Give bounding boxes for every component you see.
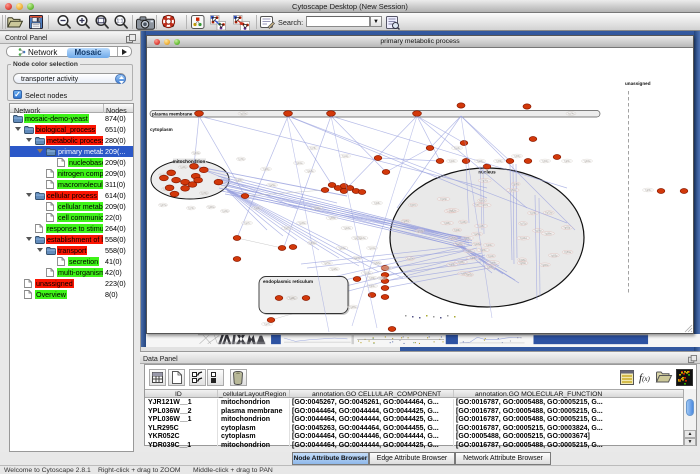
svg-text:Yg70p: Yg70p (238, 158, 246, 161)
svg-text:Yg54w: Yg54w (449, 237, 457, 240)
svg-text:Yg84w: Yg84w (583, 160, 591, 163)
svg-text:Yg85w: Yg85w (349, 306, 357, 309)
svg-text:Yg70p: Yg70p (201, 192, 209, 195)
svg-text:Yg41w: Yg41w (368, 247, 376, 250)
svg-text:Yg29w: Yg29w (268, 184, 276, 187)
svg-text:Yg27c: Yg27c (244, 222, 252, 225)
svg-text:Yg84c: Yg84c (564, 160, 572, 163)
svg-text:Yg25w: Yg25w (455, 243, 463, 246)
svg-text:Yg29p: Yg29p (535, 230, 543, 233)
svg-text:Yg83c: Yg83c (480, 249, 488, 252)
svg-text:unassigned: unassigned (625, 81, 651, 86)
svg-text:Yg14c: Yg14c (488, 255, 496, 258)
svg-text:Yg15p: Yg15p (460, 221, 468, 224)
svg-text:Yg14w: Yg14w (520, 237, 528, 240)
svg-text:Yg95p: Yg95p (444, 222, 452, 225)
svg-text:Yg37w: Yg37w (378, 277, 386, 280)
svg-text:Yg96c: Yg96c (374, 202, 382, 205)
svg-text:Yg23w: Yg23w (383, 267, 391, 270)
svg-text:Yg13w: Yg13w (358, 237, 366, 240)
svg-text:Yg76c: Yg76c (310, 147, 318, 150)
svg-text:Yg70w: Yg70w (323, 262, 331, 265)
svg-text:Yg40p: Yg40p (289, 297, 297, 300)
svg-text:Yg96w: Yg96w (541, 264, 549, 267)
svg-text:Yg69c: Yg69c (519, 262, 527, 265)
svg-text:nucleus: nucleus (478, 170, 496, 175)
svg-text:Yg45c: Yg45c (512, 183, 520, 186)
svg-text:Yg41w: Yg41w (363, 272, 371, 275)
svg-text:Yg38w: Yg38w (544, 233, 552, 236)
svg-text:Yg80c: Yg80c (236, 179, 244, 182)
svg-text:Yg71p: Yg71p (520, 223, 528, 226)
svg-text:Yg93c: Yg93c (479, 200, 487, 203)
svg-text:Yg72w: Yg72w (545, 212, 553, 215)
svg-text:Yg55p: Yg55p (550, 254, 558, 257)
svg-text:Yg23p: Yg23p (440, 198, 448, 201)
svg-text:Yg37c: Yg37c (284, 227, 292, 230)
svg-text:Yg82p: Yg82p (466, 274, 474, 277)
svg-text:Yg59p: Yg59p (496, 160, 504, 163)
svg-text:Yg45p: Yg45p (458, 261, 466, 264)
svg-text:Yg87w: Yg87w (159, 204, 167, 207)
svg-text:Yg24w: Yg24w (353, 257, 361, 260)
svg-text:Yg42w: Yg42w (313, 207, 321, 210)
svg-text:Yg65p: Yg65p (563, 227, 571, 230)
svg-text:Yg85c: Yg85c (470, 257, 478, 260)
svg-text:Yg45w: Yg45w (298, 222, 306, 225)
svg-text:Yg80w: Yg80w (207, 206, 215, 209)
svg-text:Yg85c: Yg85c (402, 220, 410, 223)
svg-text:Yg57c: Yg57c (410, 204, 418, 207)
svg-text:Yg34p: Yg34p (222, 210, 230, 213)
svg-text:Yg40p: Yg40p (180, 166, 188, 169)
svg-text:Yg13c: Yg13c (454, 147, 462, 150)
svg-text:Yg15c: Yg15c (478, 225, 486, 228)
svg-text:Yg70c: Yg70c (188, 207, 196, 210)
svg-text:Yg60p: Yg60p (263, 168, 271, 171)
svg-text:Yg93w: Yg93w (473, 243, 481, 246)
svg-text:1:1: 1:1 (117, 19, 124, 25)
svg-text:Yg44c: Yg44c (254, 207, 262, 210)
svg-text:cytoplasm: cytoplasm (150, 127, 173, 132)
svg-text:Yg84w: Yg84w (192, 152, 200, 155)
svg-text:Yg63p: Yg63p (416, 230, 424, 233)
svg-text:f(x): f(x) (639, 372, 651, 384)
svg-text:Yg86c: Yg86c (449, 264, 457, 267)
svg-text:Yg64c: Yg64c (369, 285, 377, 288)
svg-text:Yg99c: Yg99c (454, 229, 462, 232)
svg-text:Yg48w: Yg48w (330, 268, 338, 271)
svg-text:Yg55w: Yg55w (328, 217, 336, 220)
svg-text:Yg11p: Yg11p (342, 155, 349, 158)
svg-text:endoplasmic reticulum: endoplasmic reticulum (263, 279, 313, 284)
svg-text:Yg56w: Yg56w (564, 251, 572, 254)
svg-text:Yg93p: Yg93p (487, 266, 495, 269)
svg-text:Yg18w: Yg18w (306, 170, 314, 173)
svg-text:Yg98p: Yg98p (519, 259, 527, 262)
svg-text:Yg25w: Yg25w (239, 113, 247, 116)
svg-text:Yg91c: Yg91c (466, 250, 474, 253)
svg-text:Yg76c: Yg76c (481, 180, 489, 183)
svg-text:Yg58w: Yg58w (373, 262, 381, 265)
svg-text:Yg64c: Yg64c (486, 244, 494, 247)
svg-text:Yg93w: Yg93w (343, 227, 351, 230)
svg-text:Yg53p: Yg53p (514, 155, 522, 158)
svg-text:Yg90c: Yg90c (449, 160, 457, 163)
svg-text:Yg20c: Yg20c (407, 258, 415, 261)
svg-text:Yg16w: Yg16w (338, 247, 346, 250)
svg-text:Yg54p: Yg54p (542, 160, 550, 163)
svg-text:Yg76c: Yg76c (530, 212, 538, 215)
svg-text:Yg74c: Yg74c (568, 113, 576, 116)
svg-text:Yg29w: Yg29w (473, 233, 481, 236)
svg-text:Yg63p: Yg63p (477, 160, 485, 163)
svg-text:Yg34c: Yg34c (490, 262, 498, 265)
svg-text:mitochondrion: mitochondrion (173, 159, 206, 164)
svg-text:Yg67c: Yg67c (481, 204, 489, 207)
svg-text:plasma membrane: plasma membrane (152, 112, 193, 117)
svg-text:Yg59w: Yg59w (308, 242, 316, 245)
svg-text:Yg83p: Yg83p (464, 237, 472, 240)
svg-text:Yg62w: Yg62w (449, 209, 457, 212)
svg-text:Yg83c: Yg83c (645, 189, 653, 192)
svg-text:Yg54p: Yg54p (509, 189, 517, 192)
svg-text:Yg59p: Yg59p (369, 277, 377, 280)
svg-text:Yg27c: Yg27c (264, 323, 272, 326)
